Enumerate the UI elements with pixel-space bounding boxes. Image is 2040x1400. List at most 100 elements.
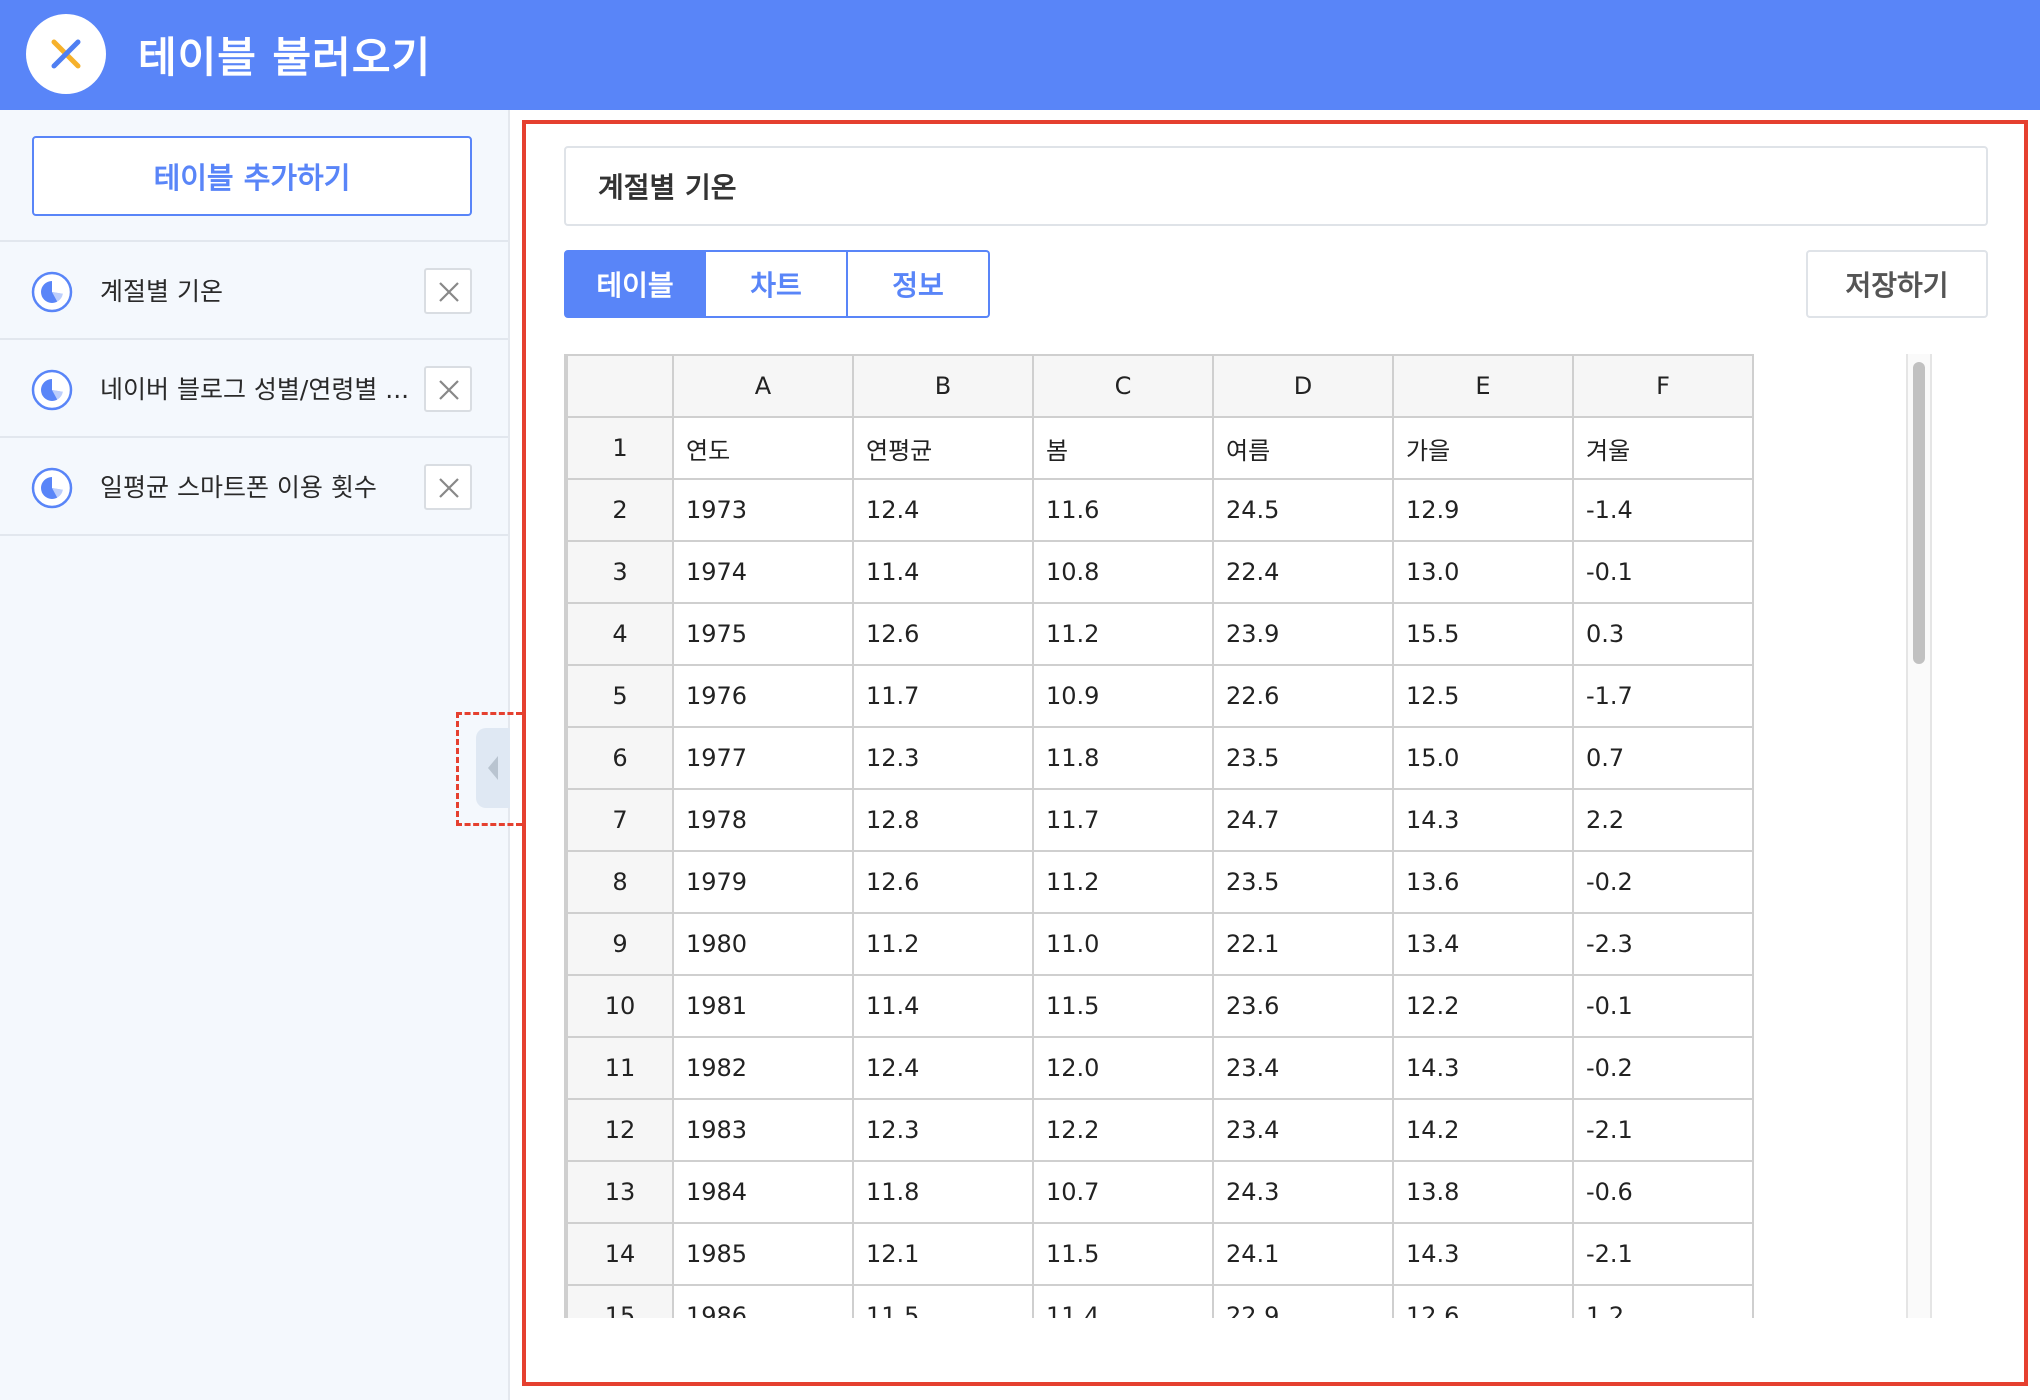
table-name-input[interactable] <box>564 146 1988 226</box>
tab-info[interactable]: 정보 <box>848 250 990 318</box>
grid-cell[interactable]: 10.9 <box>1032 664 1214 728</box>
grid-cell[interactable]: 11.2 <box>1032 850 1214 914</box>
grid-cell[interactable]: 1.2 <box>1572 1284 1754 1318</box>
grid-cell[interactable]: 13.8 <box>1392 1160 1574 1224</box>
grid-cell[interactable]: -2.1 <box>1572 1222 1754 1286</box>
grid-cell[interactable]: 11.5 <box>1032 974 1214 1038</box>
grid-cell[interactable]: 2.2 <box>1572 788 1754 852</box>
grid-cell[interactable]: 12.3 <box>852 1098 1034 1162</box>
grid-cell[interactable]: 22.1 <box>1212 912 1394 976</box>
grid-cell[interactable]: 가을 <box>1392 416 1574 480</box>
grid-cell[interactable]: 11.6 <box>1032 478 1214 542</box>
grid-cell[interactable]: -0.1 <box>1572 974 1754 1038</box>
close-x-icon[interactable] <box>26 14 106 94</box>
spreadsheet-grid[interactable]: ABCDEF 1 연도 연평균 봄 여름 가을 겨울 2 1973 12.4 11.6 24.5 12.… <box>564 354 1754 1318</box>
grid-cell[interactable]: 12.1 <box>852 1222 1034 1286</box>
grid-cell[interactable]: -0.1 <box>1572 540 1754 604</box>
grid-cell[interactable]: 1980 <box>672 912 854 976</box>
grid-cell[interactable]: 11.7 <box>1032 788 1214 852</box>
grid-cell[interactable]: 여름 <box>1212 416 1394 480</box>
table-list-item[interactable]: 계절별 기온 <box>0 242 508 340</box>
grid-cell[interactable]: -2.1 <box>1572 1098 1754 1162</box>
grid-cell[interactable]: 11.8 <box>1032 726 1214 790</box>
grid-cell[interactable]: 0.3 <box>1572 602 1754 666</box>
save-button[interactable]: 저장하기 <box>1806 250 1988 318</box>
grid-cell[interactable]: 12.5 <box>1392 664 1574 728</box>
grid-cell[interactable]: 12.6 <box>1392 1284 1574 1318</box>
grid-cell[interactable]: 13.0 <box>1392 540 1574 604</box>
grid-cell[interactable]: 24.1 <box>1212 1222 1394 1286</box>
row-header[interactable]: 7 <box>566 788 674 852</box>
grid-cell[interactable]: -0.6 <box>1572 1160 1754 1224</box>
grid-cell[interactable]: 겨울 <box>1572 416 1754 480</box>
grid-cell[interactable]: 12.4 <box>852 478 1034 542</box>
grid-cell[interactable]: 15.0 <box>1392 726 1574 790</box>
grid-cell[interactable]: 1983 <box>672 1098 854 1162</box>
grid-cell[interactable]: 22.4 <box>1212 540 1394 604</box>
grid-cell[interactable]: 1973 <box>672 478 854 542</box>
grid-cell[interactable]: 23.9 <box>1212 602 1394 666</box>
grid-cell[interactable]: 1984 <box>672 1160 854 1224</box>
grid-cell[interactable]: 1978 <box>672 788 854 852</box>
grid-cell[interactable]: 11.7 <box>852 664 1034 728</box>
grid-cell[interactable]: 12.9 <box>1392 478 1574 542</box>
grid-cell[interactable]: 1974 <box>672 540 854 604</box>
grid-cell[interactable]: 11.4 <box>852 540 1034 604</box>
grid-cell[interactable]: 1985 <box>672 1222 854 1286</box>
grid-cell[interactable]: 23.5 <box>1212 850 1394 914</box>
grid-cell[interactable]: 0.7 <box>1572 726 1754 790</box>
grid-cell[interactable]: 12.0 <box>1032 1036 1214 1100</box>
grid-cell[interactable]: 10.8 <box>1032 540 1214 604</box>
grid-cell[interactable]: -1.4 <box>1572 478 1754 542</box>
column-header[interactable]: B <box>852 354 1034 418</box>
column-header[interactable]: F <box>1572 354 1754 418</box>
grid-cell[interactable]: 연도 <box>672 416 854 480</box>
grid-cell[interactable]: 11.2 <box>852 912 1034 976</box>
grid-cell[interactable]: 15.5 <box>1392 602 1574 666</box>
grid-cell[interactable]: 24.7 <box>1212 788 1394 852</box>
column-header[interactable]: A <box>672 354 854 418</box>
grid-cell[interactable]: 10.7 <box>1032 1160 1214 1224</box>
grid-cell[interactable]: 11.5 <box>1032 1222 1214 1286</box>
grid-cell[interactable]: -0.2 <box>1572 850 1754 914</box>
grid-cell[interactable]: 1981 <box>672 974 854 1038</box>
grid-cell[interactable]: 11.4 <box>1032 1284 1214 1318</box>
column-header[interactable]: D <box>1212 354 1394 418</box>
row-header[interactable]: 5 <box>566 664 674 728</box>
row-header[interactable]: 4 <box>566 602 674 666</box>
grid-cell[interactable]: 24.3 <box>1212 1160 1394 1224</box>
grid-cell[interactable]: 13.4 <box>1392 912 1574 976</box>
grid-cell[interactable]: -2.3 <box>1572 912 1754 976</box>
grid-cell[interactable]: 1982 <box>672 1036 854 1100</box>
column-header[interactable]: C <box>1032 354 1214 418</box>
row-header[interactable]: 14 <box>566 1222 674 1286</box>
grid-cell[interactable]: 13.6 <box>1392 850 1574 914</box>
grid-cell[interactable]: 23.5 <box>1212 726 1394 790</box>
grid-cell[interactable]: 12.6 <box>852 602 1034 666</box>
remove-table-button[interactable] <box>424 366 472 412</box>
grid-cell[interactable]: 22.9 <box>1212 1284 1394 1318</box>
grid-cell[interactable]: 12.8 <box>852 788 1034 852</box>
grid-cell[interactable]: 14.3 <box>1392 1222 1574 1286</box>
grid-cell[interactable]: 11.5 <box>852 1284 1034 1318</box>
grid-cell[interactable]: 1986 <box>672 1284 854 1318</box>
vertical-scrollbar[interactable] <box>1906 354 1932 1318</box>
grid-cell[interactable]: 11.4 <box>852 974 1034 1038</box>
column-header[interactable]: E <box>1392 354 1574 418</box>
grid-cell[interactable]: 14.2 <box>1392 1098 1574 1162</box>
grid-cell[interactable]: -0.2 <box>1572 1036 1754 1100</box>
table-list-item[interactable]: 네이버 블로그 성별/연령별 ... <box>0 340 508 438</box>
grid-cell[interactable]: 14.3 <box>1392 788 1574 852</box>
grid-cell[interactable]: 11.0 <box>1032 912 1214 976</box>
grid-cell[interactable]: 22.6 <box>1212 664 1394 728</box>
row-header[interactable]: 9 <box>566 912 674 976</box>
table-list-item[interactable]: 일평균 스마트폰 이용 횟수 <box>0 438 508 536</box>
grid-cell[interactable]: 12.6 <box>852 850 1034 914</box>
grid-cell[interactable]: 24.5 <box>1212 478 1394 542</box>
sidebar-collapse-handle[interactable] <box>476 728 510 808</box>
grid-cell[interactable]: 12.2 <box>1032 1098 1214 1162</box>
row-header[interactable]: 13 <box>566 1160 674 1224</box>
grid-cell[interactable]: 연평균 <box>852 416 1034 480</box>
row-header[interactable]: 11 <box>566 1036 674 1100</box>
grid-cell[interactable]: 23.4 <box>1212 1098 1394 1162</box>
